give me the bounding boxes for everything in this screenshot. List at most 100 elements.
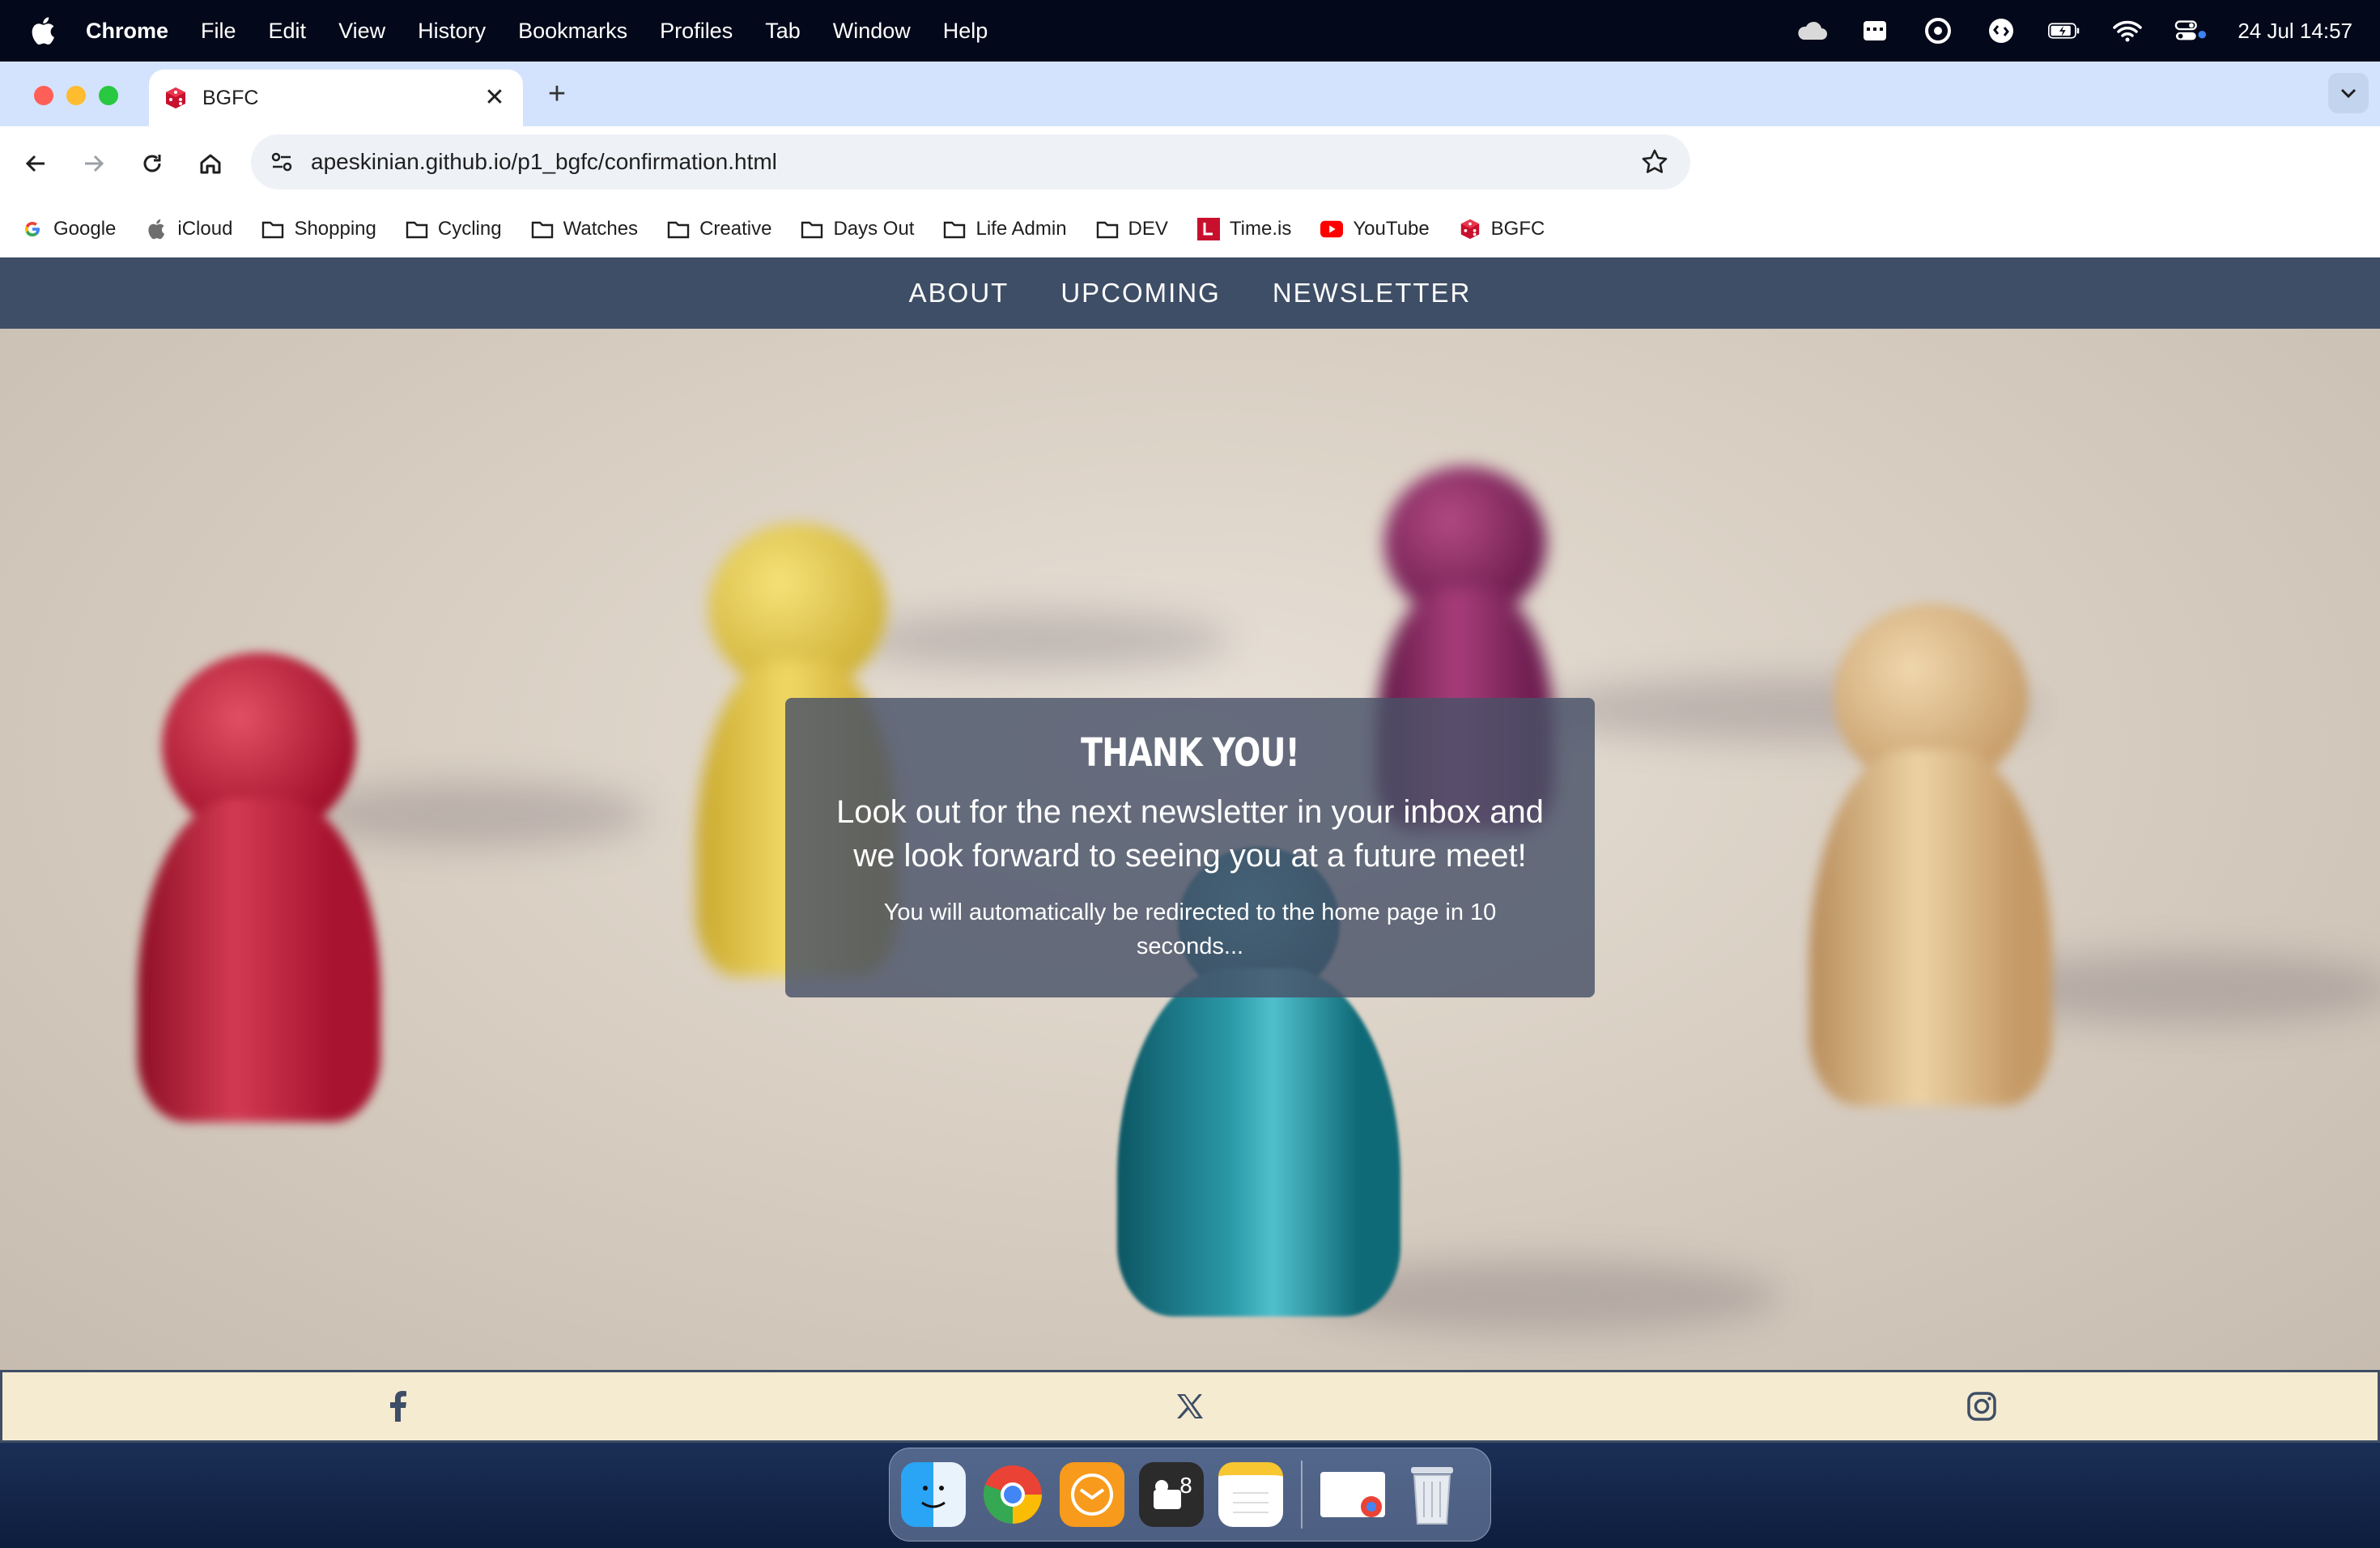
bookmark-label: DEV bbox=[1128, 218, 1168, 240]
menu-view[interactable]: View bbox=[338, 19, 385, 44]
tab-title: BGFC bbox=[202, 86, 259, 109]
bookmark-icloud[interactable]: iCloud bbox=[145, 218, 232, 240]
shazam-icon[interactable] bbox=[1985, 15, 2017, 47]
focus-circle-icon[interactable] bbox=[1922, 15, 1954, 47]
macos-dock: 8 bbox=[889, 1448, 1491, 1542]
apple-menu-icon[interactable] bbox=[31, 15, 58, 46]
google-icon bbox=[21, 218, 44, 240]
bookmark-bgfc[interactable]: BGFC bbox=[1459, 218, 1545, 240]
x-icon[interactable] bbox=[1174, 1390, 1206, 1423]
apple-icon bbox=[145, 218, 168, 240]
menu-window[interactable]: Window bbox=[833, 19, 911, 44]
bookmark-folder-life-admin[interactable]: Life Admin bbox=[943, 218, 1067, 240]
nav-upcoming-link[interactable]: UPCOMING bbox=[1060, 278, 1221, 308]
wifi-icon[interactable] bbox=[2111, 15, 2144, 47]
dice-icon bbox=[164, 86, 188, 110]
site-footer bbox=[0, 1370, 2380, 1443]
site-nav: ABOUT UPCOMING NEWSLETTER bbox=[0, 257, 2380, 329]
minimize-window-button[interactable] bbox=[66, 86, 86, 105]
notes-dock-icon[interactable] bbox=[1218, 1462, 1283, 1527]
address-bar[interactable]: apeskinian.github.io/p1_bgfc/confirmatio… bbox=[251, 134, 1690, 189]
bookmark-label: Shopping bbox=[294, 218, 376, 240]
minimized-window-dock-icon[interactable] bbox=[1320, 1472, 1385, 1517]
folder-icon bbox=[531, 218, 554, 240]
bookmark-label: YouTube bbox=[1353, 218, 1430, 240]
chrome-dock-icon[interactable] bbox=[980, 1462, 1045, 1527]
bookmark-google[interactable]: Google bbox=[21, 218, 116, 240]
bookmark-label: iCloud bbox=[177, 218, 233, 240]
bookmarks-bar: Google iCloud Shopping Cycling Watches C… bbox=[0, 201, 2380, 257]
zoom-window-button[interactable] bbox=[99, 86, 118, 105]
dock-separator bbox=[1301, 1461, 1303, 1529]
bookmark-label: Watches bbox=[563, 218, 639, 240]
menu-tab[interactable]: Tab bbox=[765, 19, 801, 44]
svg-text:8: 8 bbox=[1179, 1474, 1193, 1499]
bookmark-folder-shopping[interactable]: Shopping bbox=[261, 218, 376, 240]
nav-newsletter-link[interactable]: NEWSLETTER bbox=[1273, 278, 1472, 308]
beige-pawn bbox=[1797, 604, 2064, 1106]
red-pawn bbox=[121, 653, 397, 1122]
window-controls bbox=[34, 86, 118, 105]
facebook-icon[interactable] bbox=[382, 1390, 414, 1423]
calendar-widget-icon[interactable] bbox=[1859, 15, 1891, 47]
bookmark-label: Life Admin bbox=[975, 218, 1067, 240]
status-area: 24 Jul 14:57 bbox=[1796, 0, 2352, 62]
bookmark-folder-creative[interactable]: Creative bbox=[667, 218, 771, 240]
macos-menu-bar: Chrome File Edit View History Bookmarks … bbox=[0, 0, 2380, 62]
bookmark-star-icon[interactable] bbox=[1638, 146, 1671, 178]
menu-help[interactable]: Help bbox=[943, 19, 988, 44]
bookmark-label: Time.is bbox=[1229, 218, 1292, 240]
menu-app-name[interactable]: Chrome bbox=[86, 19, 168, 44]
bookmark-folder-watches[interactable]: Watches bbox=[531, 218, 638, 240]
nav-about-link[interactable]: ABOUT bbox=[909, 278, 1009, 308]
icloud-icon[interactable] bbox=[1796, 15, 1828, 47]
tab-strip: BGFC ✕ + bbox=[0, 62, 2380, 126]
menubar-clock[interactable]: 24 Jul 14:57 bbox=[2238, 19, 2352, 44]
forward-button[interactable] bbox=[74, 144, 113, 183]
close-window-button[interactable] bbox=[34, 86, 53, 105]
youtube-icon bbox=[1320, 218, 1344, 240]
bookmark-label: Days Out bbox=[833, 218, 915, 240]
finder-dock-icon[interactable] bbox=[901, 1462, 966, 1527]
timeis-icon bbox=[1196, 218, 1220, 240]
bookmark-youtube[interactable]: YouTube bbox=[1320, 218, 1430, 240]
confirmation-message: Look out for the next newsletter in your… bbox=[836, 794, 1544, 874]
bookmark-folder-days-out[interactable]: Days Out bbox=[801, 218, 914, 240]
folder-icon bbox=[943, 218, 966, 240]
active-tab[interactable]: BGFC ✕ bbox=[149, 70, 523, 126]
trash-dock-icon[interactable] bbox=[1400, 1462, 1464, 1527]
menu-history[interactable]: History bbox=[418, 19, 486, 44]
folder-icon bbox=[1096, 218, 1119, 240]
menu-bookmarks[interactable]: Bookmarks bbox=[518, 19, 627, 44]
bookmark-folder-cycling[interactable]: Cycling bbox=[406, 218, 502, 240]
bookmark-timeis[interactable]: Time.is bbox=[1196, 218, 1292, 240]
instagram-icon[interactable] bbox=[1966, 1390, 1998, 1423]
bookmark-label: BGFC bbox=[1490, 218, 1545, 240]
reload-button[interactable] bbox=[133, 144, 172, 183]
tab-search-button[interactable] bbox=[2328, 73, 2369, 113]
bookmark-label: Google bbox=[53, 218, 117, 240]
battery-icon[interactable] bbox=[2048, 15, 2080, 47]
bookmark-label: Cycling bbox=[437, 218, 502, 240]
hero-background-image: THANK YOU! Look out for the next newslet… bbox=[0, 329, 2380, 1370]
folder-icon bbox=[261, 218, 284, 240]
bartender-dock-icon[interactable]: 8 bbox=[1139, 1462, 1204, 1527]
folder-icon bbox=[667, 218, 690, 240]
confirmation-panel: THANK YOU! Look out for the next newslet… bbox=[785, 698, 1595, 997]
back-button[interactable] bbox=[16, 144, 55, 183]
site-info-icon[interactable] bbox=[264, 144, 300, 180]
mail-dock-icon[interactable] bbox=[1060, 1462, 1124, 1527]
bookmark-label: Creative bbox=[699, 218, 772, 240]
folder-icon bbox=[406, 218, 428, 240]
redirect-notice: You will automatically be redirected to … bbox=[883, 899, 1497, 959]
new-tab-button[interactable]: + bbox=[541, 78, 573, 110]
menu-edit[interactable]: Edit bbox=[269, 19, 307, 44]
control-center-icon[interactable] bbox=[2174, 15, 2207, 47]
close-tab-icon[interactable]: ✕ bbox=[481, 84, 508, 112]
web-page: ABOUT UPCOMING NEWSLETTER THANK YOU! Loo… bbox=[0, 257, 2380, 1443]
menu-profiles[interactable]: Profiles bbox=[660, 19, 733, 44]
bookmark-folder-dev[interactable]: DEV bbox=[1096, 218, 1168, 240]
home-button[interactable] bbox=[191, 144, 230, 183]
url-text[interactable]: apeskinian.github.io/p1_bgfc/confirmatio… bbox=[311, 149, 777, 175]
menu-file[interactable]: File bbox=[201, 19, 236, 44]
